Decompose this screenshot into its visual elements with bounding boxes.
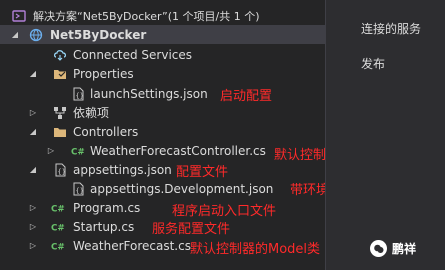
tree-item-connected-services[interactable]: Connected Services xyxy=(0,45,325,64)
project-node[interactable]: ◢ Net5ByDocker xyxy=(0,25,325,44)
watermark: 鹏祥 xyxy=(370,240,416,257)
json-file-icon: {} xyxy=(53,163,67,177)
chevron-right-icon[interactable]: ▷ xyxy=(28,108,38,118)
chevron-right-icon[interactable]: ▷ xyxy=(46,146,56,156)
tree-item-dependencies[interactable]: ▷ 依赖项 xyxy=(0,103,325,122)
wechat-logo-icon xyxy=(370,240,387,257)
annotation-startup: 服务配置文件 xyxy=(152,222,231,237)
tree-label: WeatherForecastController.cs xyxy=(90,143,266,158)
tree-item-properties[interactable]: ◢ Properties xyxy=(0,64,325,83)
tree-label: Program.cs xyxy=(73,200,141,215)
solution-icon xyxy=(12,9,26,23)
connected-services-icon xyxy=(53,48,67,62)
dependencies-icon xyxy=(53,106,67,120)
annotation-weather-forecast: 默认控制器的Model类 xyxy=(190,242,321,257)
csharp-file-icon: C# xyxy=(51,201,65,215)
chevron-down-icon[interactable]: ◢ xyxy=(28,127,38,137)
project-label: Net5ByDocker xyxy=(50,27,147,42)
side-panel: 连接的服务 发布 xyxy=(325,0,445,270)
svg-text:C#: C# xyxy=(71,147,85,157)
csharp-file-icon: C# xyxy=(71,144,85,158)
svg-text:C#: C# xyxy=(51,223,65,233)
annotation-launch-settings: 启动配置 xyxy=(220,89,273,104)
tree-label: Controllers xyxy=(73,124,139,139)
json-file-icon: {} xyxy=(71,182,85,196)
chevron-down-icon[interactable]: ◢ xyxy=(10,30,20,40)
tree-label: Connected Services xyxy=(73,47,193,62)
svg-text:{}: {} xyxy=(58,168,66,176)
svg-text:{}: {} xyxy=(76,92,84,100)
tree-item-appsettings-dev[interactable]: {} appsettings.Development.json 带环境的配置文件 xyxy=(0,179,394,198)
tree-label: WeatherForecast.cs xyxy=(73,238,191,253)
tree-label: Startup.cs xyxy=(73,219,135,234)
tree-item-controllers[interactable]: ◢ Controllers xyxy=(0,122,325,141)
annotation-appsettings: 配置文件 xyxy=(176,165,229,180)
folder-icon xyxy=(53,125,67,139)
publish-link[interactable]: 发布 xyxy=(361,55,385,72)
tree-item-launch-settings[interactable]: {} launchSettings.json 启动配置 xyxy=(0,84,325,104)
tree-item-weather-forecast[interactable]: ▷ C# WeatherForecast.cs 默认控制器的Model类 xyxy=(0,236,325,258)
chevron-right-icon[interactable]: ▷ xyxy=(28,241,38,251)
watermark-text: 鹏祥 xyxy=(392,242,417,256)
csharp-file-icon: C# xyxy=(51,220,65,234)
tree-label: Properties xyxy=(73,66,134,81)
folder-icon xyxy=(53,67,67,81)
solution-label: 解决方案“Net5ByDocker”(1 个项目/共 1 个) xyxy=(33,9,260,23)
tree-item-program[interactable]: ▷ C# Program.cs 程序启动入口文件 xyxy=(0,198,325,220)
tree-item-weather-controller[interactable]: ▷ C# WeatherForecastController.cs 默认控制器 xyxy=(0,141,339,164)
csharp-file-icon: C# xyxy=(51,239,65,253)
solution-node[interactable]: 解决方案“Net5ByDocker”(1 个项目/共 1 个) xyxy=(0,6,325,25)
tree-item-appsettings[interactable]: ◢ {} appsettings.json 配置文件 xyxy=(0,160,325,181)
svg-text:{}: {} xyxy=(76,187,84,195)
solution-explorer-tree: 解决方案“Net5ByDocker”(1 个项目/共 1 个) ◢ Net5By… xyxy=(0,0,394,270)
tree-label: 依赖项 xyxy=(73,106,110,120)
connected-services-link[interactable]: 连接的服务 xyxy=(361,20,421,37)
tree-label: launchSettings.json xyxy=(90,86,208,101)
chevron-down-icon[interactable]: ◢ xyxy=(28,165,38,175)
tree-label: appsettings.json xyxy=(73,162,172,177)
tree-label: appsettings.Development.json xyxy=(90,181,274,196)
svg-text:C#: C# xyxy=(51,242,65,252)
project-globe-icon xyxy=(29,28,43,42)
tree-item-startup[interactable]: ▷ C# Startup.cs 服务配置文件 xyxy=(0,217,325,238)
json-file-icon: {} xyxy=(71,87,85,101)
svg-text:C#: C# xyxy=(51,204,65,214)
chevron-down-icon[interactable]: ◢ xyxy=(28,69,38,79)
chevron-right-icon[interactable]: ▷ xyxy=(28,203,38,213)
chevron-right-icon[interactable]: ▷ xyxy=(28,222,38,232)
